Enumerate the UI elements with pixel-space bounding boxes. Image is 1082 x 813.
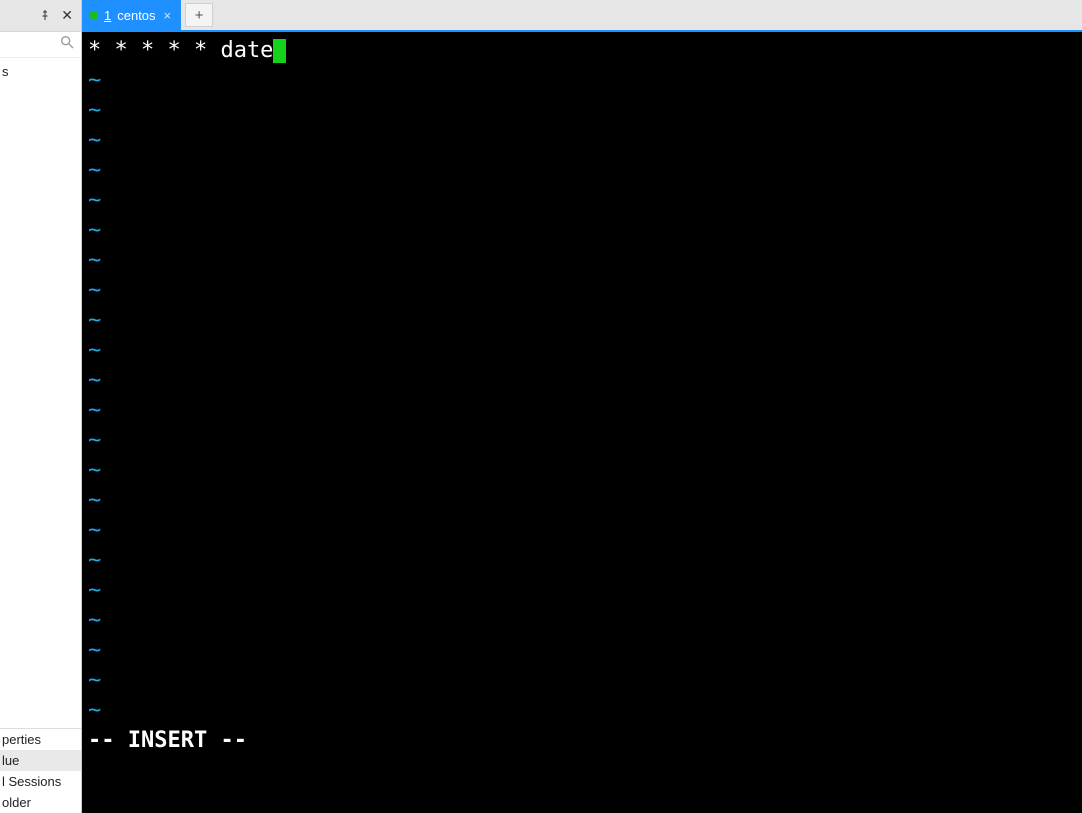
sidebar: ✕ s pertiesluel Sessionsolder — [0, 0, 82, 813]
tab-close-icon[interactable]: × — [162, 8, 174, 23]
terminal-empty-line: ~ — [88, 336, 1076, 366]
search-icon — [59, 34, 75, 55]
terminal-empty-line: ~ — [88, 636, 1076, 666]
tab-bar: 1 centos × + — [82, 0, 1082, 32]
properties-item[interactable]: lue — [0, 750, 81, 771]
terminal-empty-line: ~ — [88, 186, 1076, 216]
terminal-empty-line: ~ — [88, 426, 1076, 456]
tree-item[interactable]: s — [0, 62, 81, 81]
main-area: 1 centos × + * * * * * date~~~~~~~~~~~~~… — [82, 0, 1082, 813]
properties-item[interactable]: perties — [0, 729, 81, 750]
pin-icon[interactable] — [39, 8, 51, 24]
sidebar-toolbar: ✕ — [0, 0, 81, 32]
sidebar-close-icon[interactable]: ✕ — [61, 7, 73, 24]
terminal-empty-line: ~ — [88, 546, 1076, 576]
terminal[interactable]: * * * * * date~~~~~~~~~~~~~~~~~~~~~~-- I… — [82, 32, 1082, 813]
terminal-status-line: -- INSERT -- — [88, 726, 1076, 756]
terminal-empty-line: ~ — [88, 516, 1076, 546]
new-tab-button[interactable]: + — [185, 3, 213, 27]
terminal-empty-line: ~ — [88, 276, 1076, 306]
terminal-empty-line: ~ — [88, 696, 1076, 726]
connection-status-icon — [90, 11, 98, 19]
tab-number: 1 — [104, 8, 111, 23]
tab-centos[interactable]: 1 centos × — [82, 0, 181, 30]
terminal-empty-line: ~ — [88, 606, 1076, 636]
terminal-content-line: * * * * * date — [88, 36, 1076, 66]
terminal-empty-line: ~ — [88, 216, 1076, 246]
terminal-empty-line: ~ — [88, 306, 1076, 336]
properties-item[interactable]: l Sessions — [0, 771, 81, 792]
properties-item[interactable]: older — [0, 792, 81, 813]
terminal-empty-line: ~ — [88, 576, 1076, 606]
terminal-empty-line: ~ — [88, 486, 1076, 516]
tab-title: centos — [117, 8, 155, 23]
terminal-empty-line: ~ — [88, 96, 1076, 126]
terminal-empty-line: ~ — [88, 396, 1076, 426]
sidebar-tree: s — [0, 58, 81, 728]
terminal-empty-line: ~ — [88, 456, 1076, 486]
sidebar-search[interactable] — [0, 32, 81, 58]
terminal-empty-line: ~ — [88, 126, 1076, 156]
terminal-empty-line: ~ — [88, 66, 1076, 96]
terminal-empty-line: ~ — [88, 156, 1076, 186]
terminal-empty-line: ~ — [88, 246, 1076, 276]
sidebar-properties: pertiesluel Sessionsolder — [0, 728, 81, 813]
terminal-cursor — [273, 39, 286, 63]
terminal-empty-line: ~ — [88, 366, 1076, 396]
terminal-empty-line: ~ — [88, 666, 1076, 696]
